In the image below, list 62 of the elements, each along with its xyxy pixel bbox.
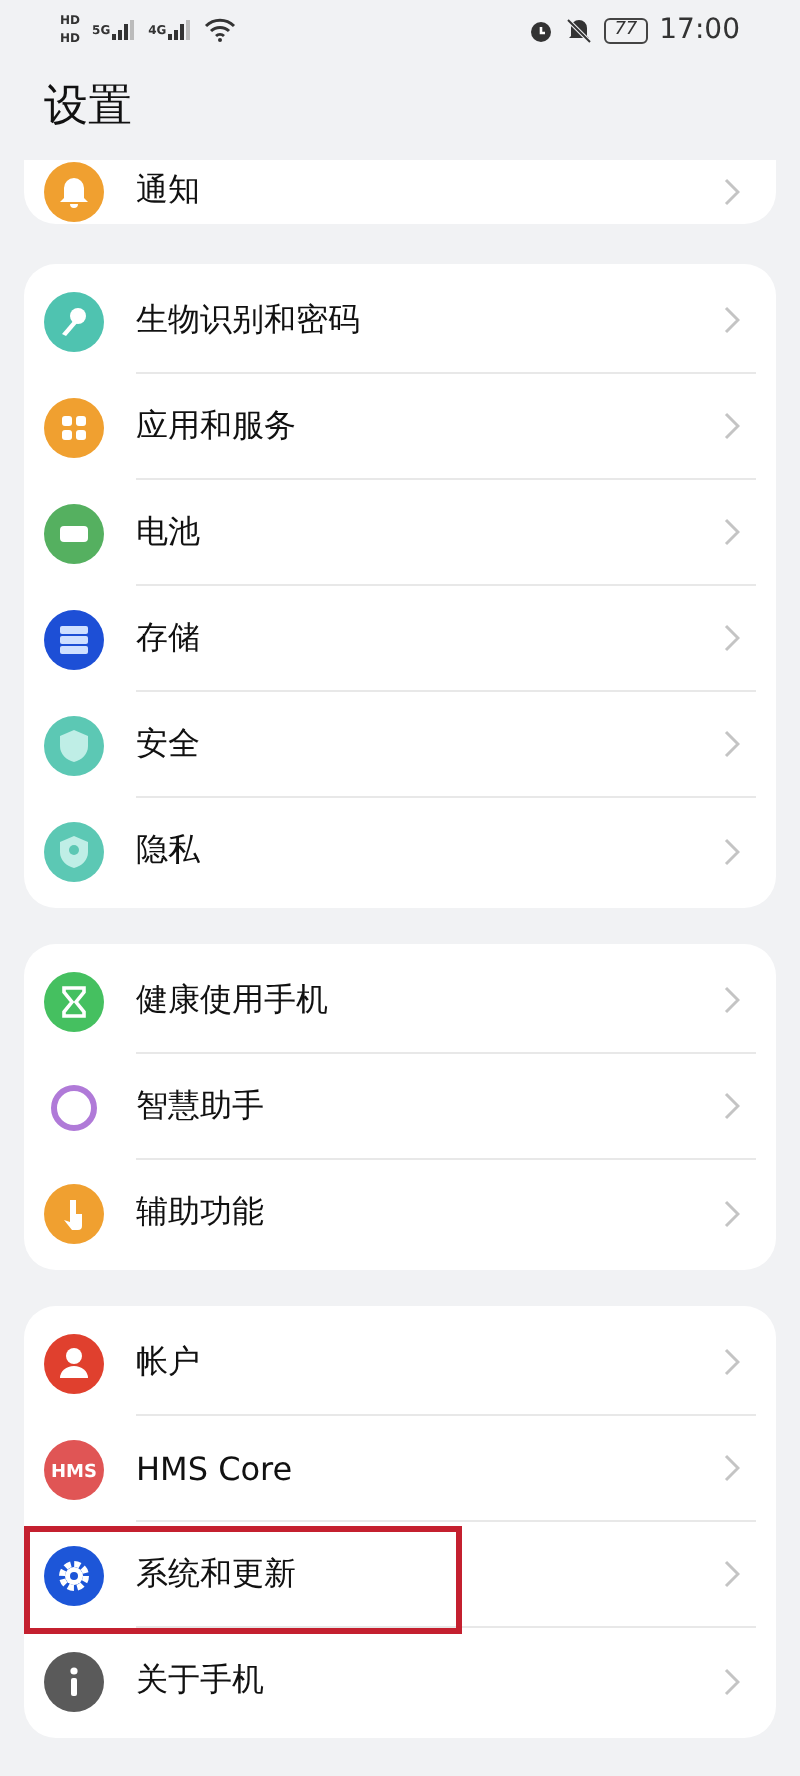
settings-item[interactable]: 电池 [24,480,776,586]
battery-icon [44,503,104,563]
item-label: 电池 [136,511,200,553]
item-label: 系统和更新 [136,1553,296,1595]
signal-icon [112,20,137,40]
key-icon [44,291,104,351]
settings-item[interactable]: 存储 [24,586,776,692]
settings-item[interactable]: 生物识别和密码 [24,268,776,374]
settings-item[interactable]: 帐户 [24,1310,776,1416]
settings-item[interactable]: 通知 [24,160,776,224]
wifi-icon [204,18,237,42]
settings-item[interactable]: 关于手机 [24,1628,776,1734]
item-label: 帐户 [136,1341,200,1383]
info-icon [44,1651,104,1711]
privacy-icon [44,821,104,881]
item-label: 关于手机 [136,1660,264,1702]
settings-item[interactable]: 应用和服务 [24,374,776,480]
chevron-icon [724,986,740,1014]
chevron-icon [724,1348,740,1376]
item-label: 智慧助手 [136,1085,264,1127]
person-icon [44,1333,104,1393]
item-label: 安全 [136,723,200,765]
chevron-icon [724,730,740,758]
chevron-icon [724,1199,740,1227]
apps-icon [44,397,104,457]
gear-icon [44,1545,104,1605]
chevron-icon [724,624,740,652]
chevron-icon [724,1667,740,1695]
settings-item[interactable]: 隐私 [24,798,776,904]
settings-item[interactable]: 智慧助手 [24,1054,776,1160]
item-label: 隐私 [136,830,200,872]
settings-item[interactable]: 辅助功能 [24,1160,776,1266]
hand-icon [44,1183,104,1243]
chevron-icon [724,177,740,205]
item-label: 应用和服务 [136,405,296,447]
settings-item[interactable]: 安全 [24,692,776,798]
muted-bell-icon [566,17,593,43]
chevron-icon [724,837,740,865]
shield-icon [44,715,104,775]
battery-level: 77 [604,17,648,43]
clock-time: 17:00 [659,14,740,46]
item-label: 辅助功能 [136,1192,264,1234]
storage-icon [44,609,104,669]
chevron-icon [724,1560,740,1588]
item-label: HMS Core [136,1449,293,1487]
item-label: 健康使用手机 [136,979,328,1021]
page-title: 设置 [42,80,134,136]
settings-item[interactable]: 健康使用手机 [24,948,776,1054]
item-label: 生物识别和密码 [136,299,360,341]
settings-item[interactable]: 系统和更新 [24,1522,776,1628]
hourglass-icon [44,971,104,1031]
signal-icon [168,20,193,40]
hms-icon: HMS [44,1439,104,1499]
chevron-icon [724,1454,740,1482]
chevron-icon [724,1092,740,1120]
item-label: 通知 [136,170,200,212]
chevron-icon [724,518,740,546]
alarm-icon [528,17,555,43]
item-label: 存储 [136,617,200,659]
chevron-icon [724,412,740,440]
chevron-icon [724,306,740,334]
settings-item[interactable]: HMS HMS Core [24,1416,776,1522]
